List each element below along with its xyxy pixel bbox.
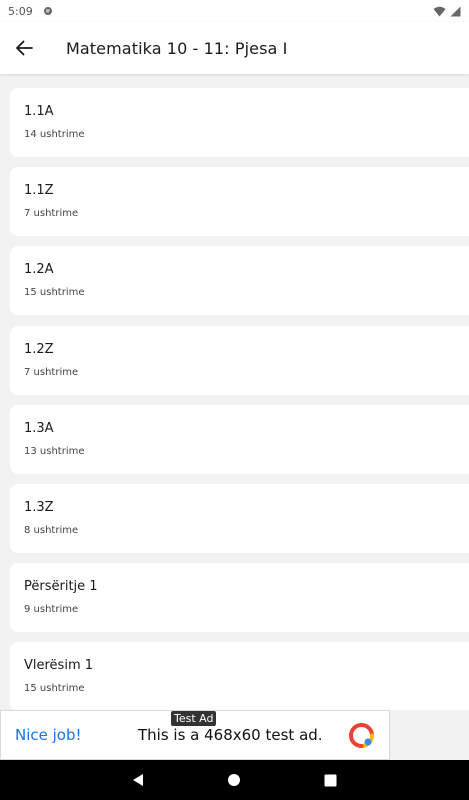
- status-time: 5:09: [8, 4, 33, 18]
- nav-back-button[interactable]: [126, 768, 150, 792]
- nav-home-button[interactable]: [222, 768, 246, 792]
- arrow-back-icon: [16, 40, 33, 56]
- list-item-subtitle: 15 ushtrime: [24, 683, 85, 694]
- battery-signal-icon: [450, 6, 461, 16]
- list-item-title: 1.2Z: [24, 342, 54, 357]
- message-notification-icon: [43, 7, 52, 15]
- system-navigation-bar: [0, 760, 469, 800]
- triangle-back-icon: [133, 774, 144, 786]
- test-ad-badge: Test Ad: [171, 711, 217, 726]
- wifi-icon: [433, 6, 446, 16]
- list-item-title: 1.1Z: [24, 183, 54, 198]
- list-item-subtitle: 15 ushtrime: [24, 287, 85, 298]
- list-item-title: 1.3Z: [24, 500, 54, 515]
- list-item-subtitle: 7 ushtrime: [24, 208, 79, 219]
- ad-network-logo-icon: [349, 723, 374, 748]
- list-item[interactable]: 1.3Z 8 ushtrime: [10, 484, 469, 553]
- app-bar: Matematika 10 - 11: Pjesa I: [0, 22, 469, 74]
- list-item-title: Përsëritje 1: [24, 579, 98, 594]
- page-title: Matematika 10 - 11: Pjesa I: [66, 38, 288, 58]
- list-item-subtitle: 14 ushtrime: [24, 129, 85, 140]
- list-item[interactable]: 1.2Z 7 ushtrime: [10, 326, 469, 395]
- list-item-subtitle: 7 ushtrime: [24, 367, 79, 378]
- list-item-title: 1.3A: [24, 421, 54, 436]
- status-icons: [433, 6, 461, 17]
- circle-home-icon: [228, 774, 241, 786]
- list-item[interactable]: 1.1Z 7 ushtrime: [10, 167, 469, 236]
- list-item[interactable]: Vlerësim 1 15 ushtrime: [10, 642, 469, 710]
- status-bar: 5:09: [0, 0, 469, 22]
- list-item[interactable]: Përsëritje 1 9 ushtrime: [10, 563, 469, 632]
- list-item-subtitle: 13 ushtrime: [24, 446, 85, 457]
- list-item-title: 1.2A: [24, 262, 54, 277]
- exercise-list[interactable]: 1.1A 14 ushtrime 1.1Z 7 ushtrime 1.2A 15…: [0, 74, 469, 710]
- list-item[interactable]: 1.1A 14 ushtrime: [10, 88, 469, 157]
- ad-text: This is a 468x60 test ad.: [138, 726, 323, 744]
- list-item-title: 1.1A: [24, 104, 54, 119]
- square-recents-icon: [324, 774, 337, 786]
- list-item[interactable]: 1.3A 13 ushtrime: [10, 405, 469, 474]
- list-item-subtitle: 9 ushtrime: [24, 604, 79, 615]
- back-button[interactable]: [12, 36, 36, 60]
- ad-cta-link[interactable]: Nice job!: [15, 726, 82, 744]
- list-item-title: Vlerësim 1: [24, 658, 94, 673]
- list-item-subtitle: 8 ushtrime: [24, 525, 79, 536]
- nav-recents-button[interactable]: [319, 768, 343, 792]
- ad-banner-margin: [390, 710, 469, 760]
- list-item[interactable]: 1.2A 15 ushtrime: [10, 246, 469, 315]
